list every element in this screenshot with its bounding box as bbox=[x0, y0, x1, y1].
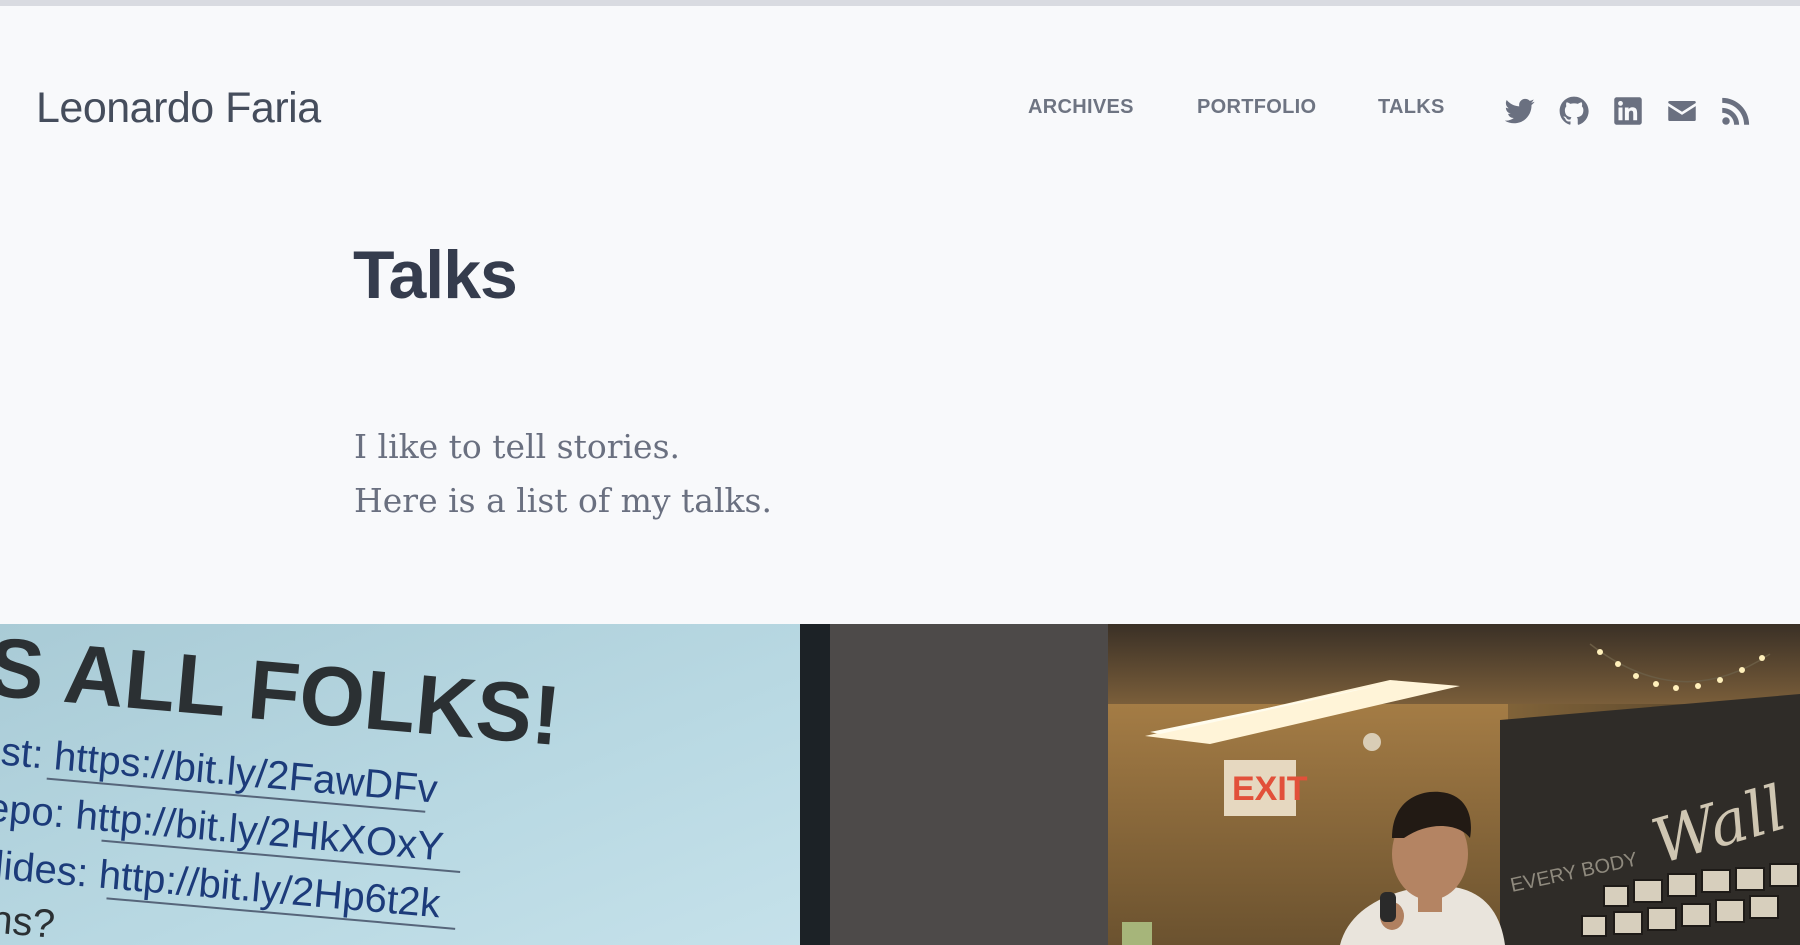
linkedin-link[interactable] bbox=[1611, 94, 1645, 128]
nav-portfolio[interactable]: PORTFOLIO bbox=[1197, 96, 1316, 119]
nav-talks[interactable]: TALKS bbox=[1378, 96, 1445, 119]
github-icon bbox=[1559, 96, 1589, 125]
page-title: Talks bbox=[353, 237, 518, 313]
hero-photo-illustration: EXIT Wall EVERY BODY S ALL FOLKS! ost: h… bbox=[0, 624, 1800, 945]
intro-text: I like to tell stories. Here is a list o… bbox=[354, 420, 772, 528]
rss-icon bbox=[1722, 97, 1750, 125]
intro-line-1: I like to tell stories. bbox=[354, 427, 681, 466]
hero-photo: EXIT Wall EVERY BODY S ALL FOLKS! ost: h… bbox=[0, 624, 1800, 945]
slide-line-4: ons? bbox=[0, 895, 57, 945]
linkedin-icon bbox=[1614, 97, 1642, 125]
exit-sign-text: EXIT bbox=[1232, 770, 1308, 808]
intro-line-2: Here is a list of my talks. bbox=[354, 481, 772, 520]
twitter-icon bbox=[1505, 98, 1535, 124]
email-link[interactable] bbox=[1665, 94, 1699, 128]
rss-link[interactable] bbox=[1719, 94, 1753, 128]
email-icon bbox=[1668, 101, 1696, 121]
site-header: Leonardo Faria ARCHIVES PORTFOLIO TALKS bbox=[0, 6, 1800, 206]
github-link[interactable] bbox=[1557, 94, 1591, 128]
site-title-link[interactable]: Leonardo Faria bbox=[36, 84, 321, 133]
nav-archives[interactable]: ARCHIVES bbox=[1028, 96, 1134, 119]
twitter-link[interactable] bbox=[1503, 94, 1537, 128]
